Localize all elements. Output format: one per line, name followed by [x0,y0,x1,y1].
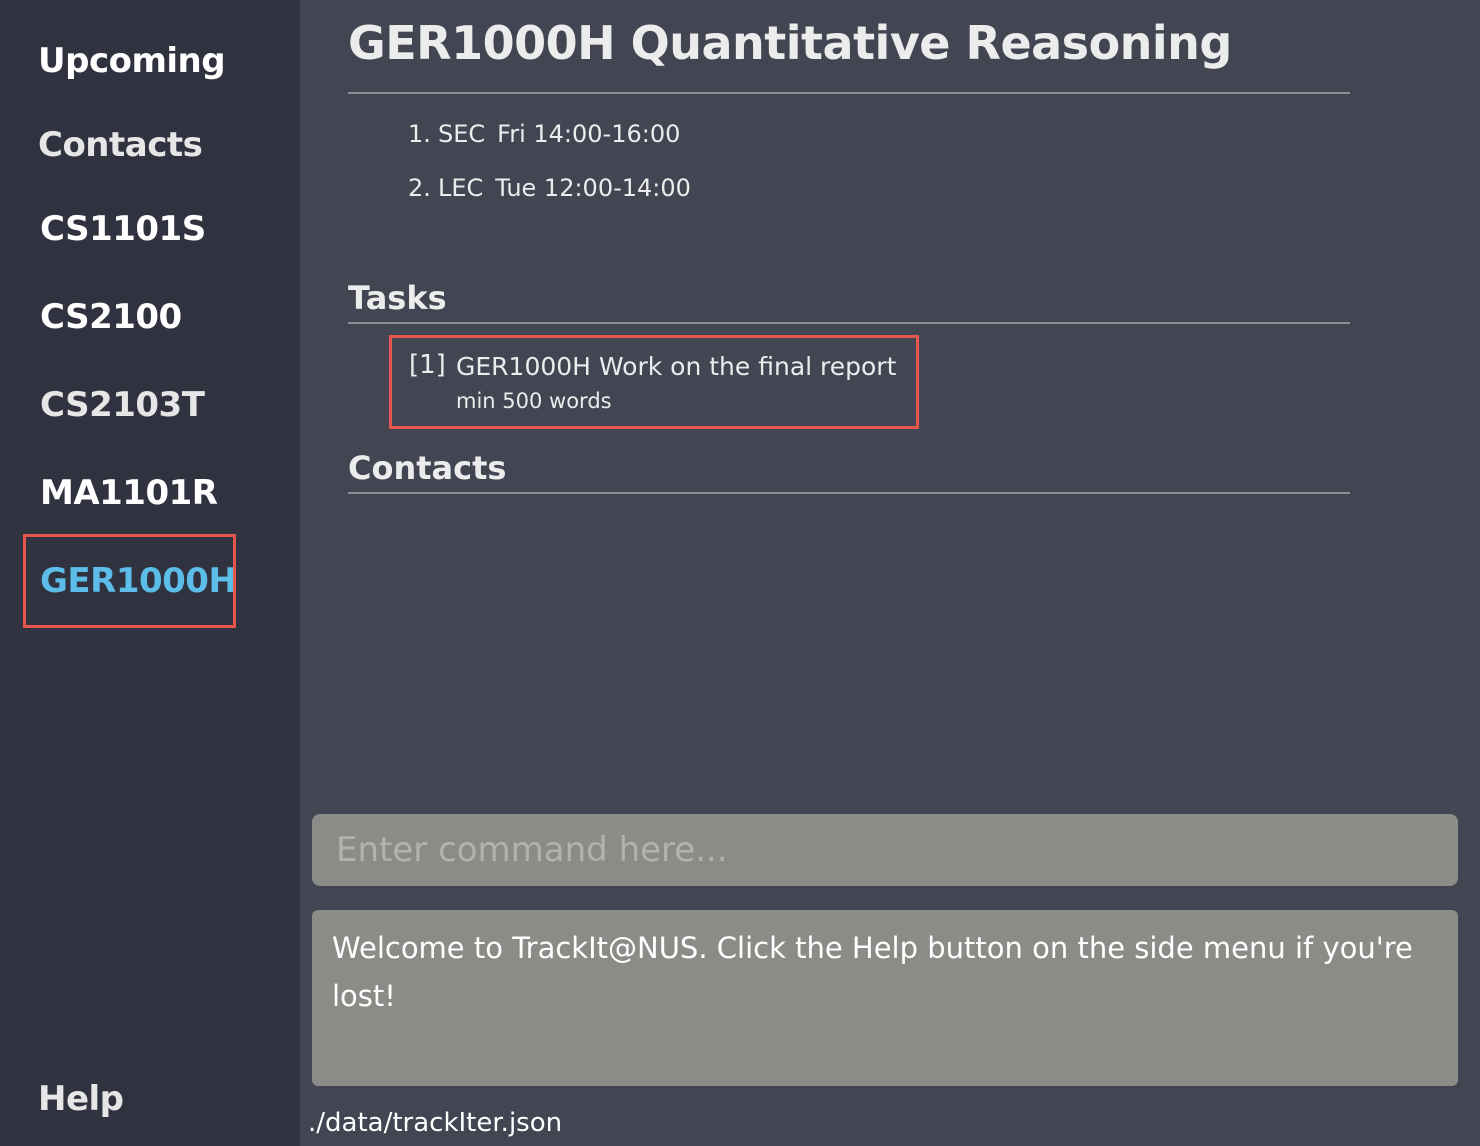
sidebar: Upcoming Contacts CS1101S CS2100 CS2103T… [0,0,300,1146]
main-panel: GER1000H Quantitative Reasoning 1. SEC Fri… [300,0,1480,1146]
command-input[interactable] [312,814,1458,886]
lesson-type: SEC [438,120,486,148]
sidebar-item-ger1000h[interactable]: GER1000H [40,564,237,598]
page-title: GER1000H Quantitative Reasoning [348,16,1232,70]
task-card[interactable]: [1] GER1000H Work on the final report mi… [389,335,919,429]
sidebar-item-ma1101r[interactable]: MA1101R [40,476,218,510]
task-title: GER1000H Work on the final report [456,352,897,381]
status-bar-file-path: ./data/trackIter.json [308,1108,563,1138]
sidebar-item-cs2103t[interactable]: CS2103T [40,388,205,422]
sidebar-item-cs1101s[interactable]: CS1101S [40,212,206,246]
tasks-divider [348,322,1350,324]
contacts-heading: Contacts [348,449,507,487]
lesson-item: 1. SEC Fri 14:00-16:00 [408,122,680,146]
lesson-type: LEC [438,174,484,202]
sidebar-item-help[interactable]: Help [38,1082,124,1116]
lesson-index: 1. [408,120,431,148]
lesson-index: 2. [408,174,431,202]
sidebar-item-upcoming[interactable]: Upcoming [38,44,226,78]
lesson-item: 2. LEC Tue 12:00-14:00 [408,176,691,200]
sidebar-item-contacts[interactable]: Contacts [38,128,203,162]
lesson-time: Tue 12:00-14:00 [495,174,691,202]
contacts-divider [348,492,1350,494]
title-divider [348,92,1350,94]
lesson-time: Fri 14:00-16:00 [497,120,681,148]
app-window: Upcoming Contacts CS1101S CS2100 CS2103T… [0,0,1480,1146]
sidebar-item-cs2100[interactable]: CS2100 [40,300,182,334]
tasks-heading: Tasks [348,279,447,317]
task-description: min 500 words [456,389,612,413]
result-display: Welcome to TrackIt@NUS. Click the Help b… [312,910,1458,1086]
task-index: [1] [409,350,446,380]
